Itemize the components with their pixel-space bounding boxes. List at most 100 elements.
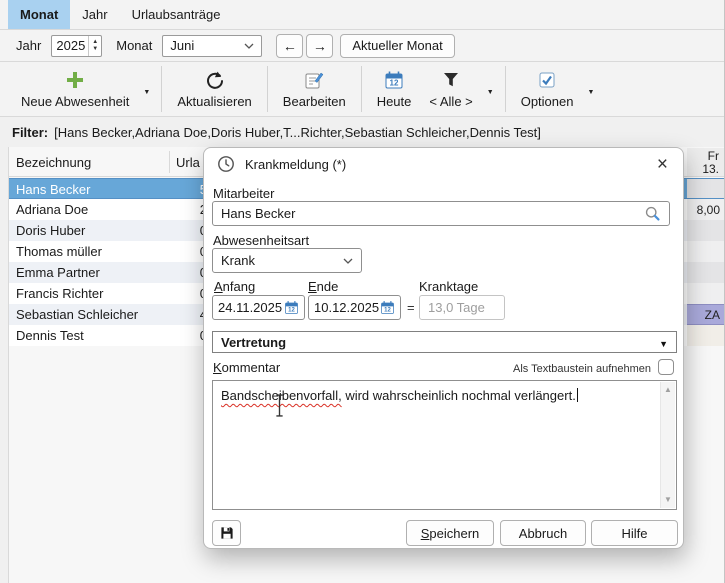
tab-bar: Monat Jahr Urlaubsanträge (0, 0, 724, 30)
svg-text:12: 12 (390, 78, 399, 87)
equals-sign: = (407, 300, 415, 315)
previous-month-button[interactable]: ← (276, 34, 303, 58)
next-month-button[interactable]: → (306, 34, 333, 58)
employee-label: Mitarbeiter (213, 186, 274, 201)
dialog-title-bar: Krankmeldung (*) × (204, 148, 683, 180)
day-cell[interactable] (687, 283, 725, 304)
tab-jahr[interactable]: Jahr (70, 0, 119, 29)
funnel-icon (441, 70, 461, 90)
column-separator (169, 151, 170, 173)
day-cell[interactable] (687, 262, 725, 283)
svg-text:12: 12 (384, 308, 391, 314)
plus-icon (65, 70, 85, 90)
refresh-icon (205, 70, 225, 90)
filter-value: [Hans Becker,Adriana Doe,Doris Huber,T..… (54, 125, 541, 140)
employee-input-value: Hans Becker (221, 206, 295, 221)
vacation-value: 4 (159, 307, 207, 322)
day-cell[interactable] (687, 220, 725, 241)
employee-input[interactable]: Hans Becker (212, 201, 670, 226)
new-absence-label: Neue Abwesenheit (21, 94, 129, 109)
toolbar-separator (505, 66, 506, 112)
vacation-value: 5 (159, 182, 207, 197)
vacation-value: 0 (159, 328, 207, 343)
end-date-value: 10.12.2025 (314, 300, 379, 315)
comment-label: Kommentar (213, 360, 280, 375)
current-month-button[interactable]: Aktueller Monat (340, 34, 454, 58)
substitute-section-header[interactable]: Vertretung (212, 331, 677, 353)
filter-scope-dropdown-icon[interactable] (482, 82, 499, 97)
employee-name: Sebastian Schleicher (16, 307, 138, 322)
filter-bar: Filter: [Hans Becker,Adriana Doe,Doris H… (0, 118, 724, 147)
options-button[interactable]: Optionen (512, 65, 583, 113)
tab-urlaubsantraege[interactable]: Urlaubsanträge (120, 0, 233, 29)
svg-text:12: 12 (288, 308, 295, 314)
close-icon[interactable]: × (655, 155, 670, 174)
comment-text: Bandscheibenvorfall, wird wahrscheinlich… (221, 387, 652, 404)
options-dropdown-icon[interactable] (582, 82, 599, 97)
year-spinner[interactable]: 2025 (51, 35, 102, 57)
day-cell[interactable] (687, 325, 725, 346)
start-date-input[interactable]: 24.11.2025 12 (212, 295, 305, 320)
employee-name: Emma Partner (16, 265, 100, 280)
edit-icon (304, 70, 324, 90)
new-absence-button[interactable]: Neue Abwesenheit (12, 65, 138, 113)
filter-label: Filter: (12, 125, 48, 140)
tab-monat[interactable]: Monat (8, 0, 70, 29)
spin-down-icon[interactable] (92, 46, 98, 53)
day-cell[interactable] (687, 179, 725, 198)
new-absence-dropdown-icon[interactable] (138, 82, 155, 97)
vacation-value: 0 (159, 223, 207, 238)
day-cell[interactable]: 8,00 (687, 199, 725, 220)
end-date-input[interactable]: 10.12.2025 12 (308, 295, 401, 320)
scroll-down-icon[interactable]: ▼ (661, 495, 675, 505)
sick-days-value: 13,0 Tage (428, 300, 485, 315)
toolbar-separator (161, 66, 162, 112)
day-cell-za-badge[interactable]: ZA (687, 304, 725, 325)
calendar-icon[interactable]: 12 (284, 300, 299, 315)
chevron-down-icon (343, 258, 353, 264)
month-combobox[interactable]: Juni (162, 35, 262, 57)
calendar-icon: 12 (384, 70, 404, 90)
employee-name: Hans Becker (16, 182, 90, 197)
today-button[interactable]: 12 Heute (368, 65, 421, 113)
textblock-checkbox[interactable] (658, 359, 674, 375)
absence-type-combobox[interactable]: Krank (212, 248, 362, 273)
cancel-button[interactable]: Abbruch (500, 520, 586, 546)
save-button[interactable]: Speichern (406, 520, 494, 546)
chevron-down-icon (244, 43, 254, 49)
year-spin-arrows (88, 36, 101, 56)
today-label: Heute (377, 94, 412, 109)
vacation-value: 0 (159, 286, 207, 301)
sick-note-dialog: Krankmeldung (*) × Mitarbeiter Hans Beck… (203, 147, 684, 549)
search-icon[interactable] (644, 205, 661, 222)
save-icon-button[interactable] (212, 520, 241, 546)
help-button[interactable]: Hilfe (591, 520, 678, 546)
vacation-value: 0 (159, 265, 207, 280)
day-cell[interactable] (687, 241, 725, 262)
spin-up-icon[interactable] (92, 39, 98, 46)
employee-name: Dennis Test (16, 328, 84, 343)
refresh-button[interactable]: Aktualisieren (168, 65, 260, 113)
scroll-up-icon[interactable]: ▲ (661, 385, 675, 395)
month-value: Juni (170, 38, 194, 53)
absence-type-value: Krank (221, 253, 255, 268)
textarea-scrollbar[interactable]: ▲ ▼ (660, 382, 675, 508)
employee-name: Adriana Doe (16, 202, 88, 217)
column-header-day: Fr 13. (687, 148, 725, 176)
application-window: Monat Jahr Urlaubsanträge Jahr 2025 Mona… (0, 0, 725, 583)
edit-button[interactable]: Bearbeiten (274, 65, 355, 113)
column-header-name: Bezeichnung (16, 155, 91, 170)
options-label: Optionen (521, 94, 574, 109)
calendar-icon[interactable]: 12 (380, 300, 395, 315)
refresh-label: Aktualisieren (177, 94, 251, 109)
filter-scope-button[interactable]: < Alle > (420, 65, 481, 113)
filter-scope-label: < Alle > (429, 94, 472, 109)
options-checkbox-icon (537, 70, 557, 90)
start-date-value: 24.11.2025 (218, 300, 282, 315)
absence-type-label: Abwesenheitsart (213, 233, 309, 248)
year-value: 2025 (52, 36, 88, 56)
start-date-label: Anfang (214, 279, 255, 294)
year-label: Jahr (16, 38, 41, 53)
period-controls: Jahr 2025 Monat Juni ← → Aktueller Monat (0, 30, 724, 62)
edit-label: Bearbeiten (283, 94, 346, 109)
